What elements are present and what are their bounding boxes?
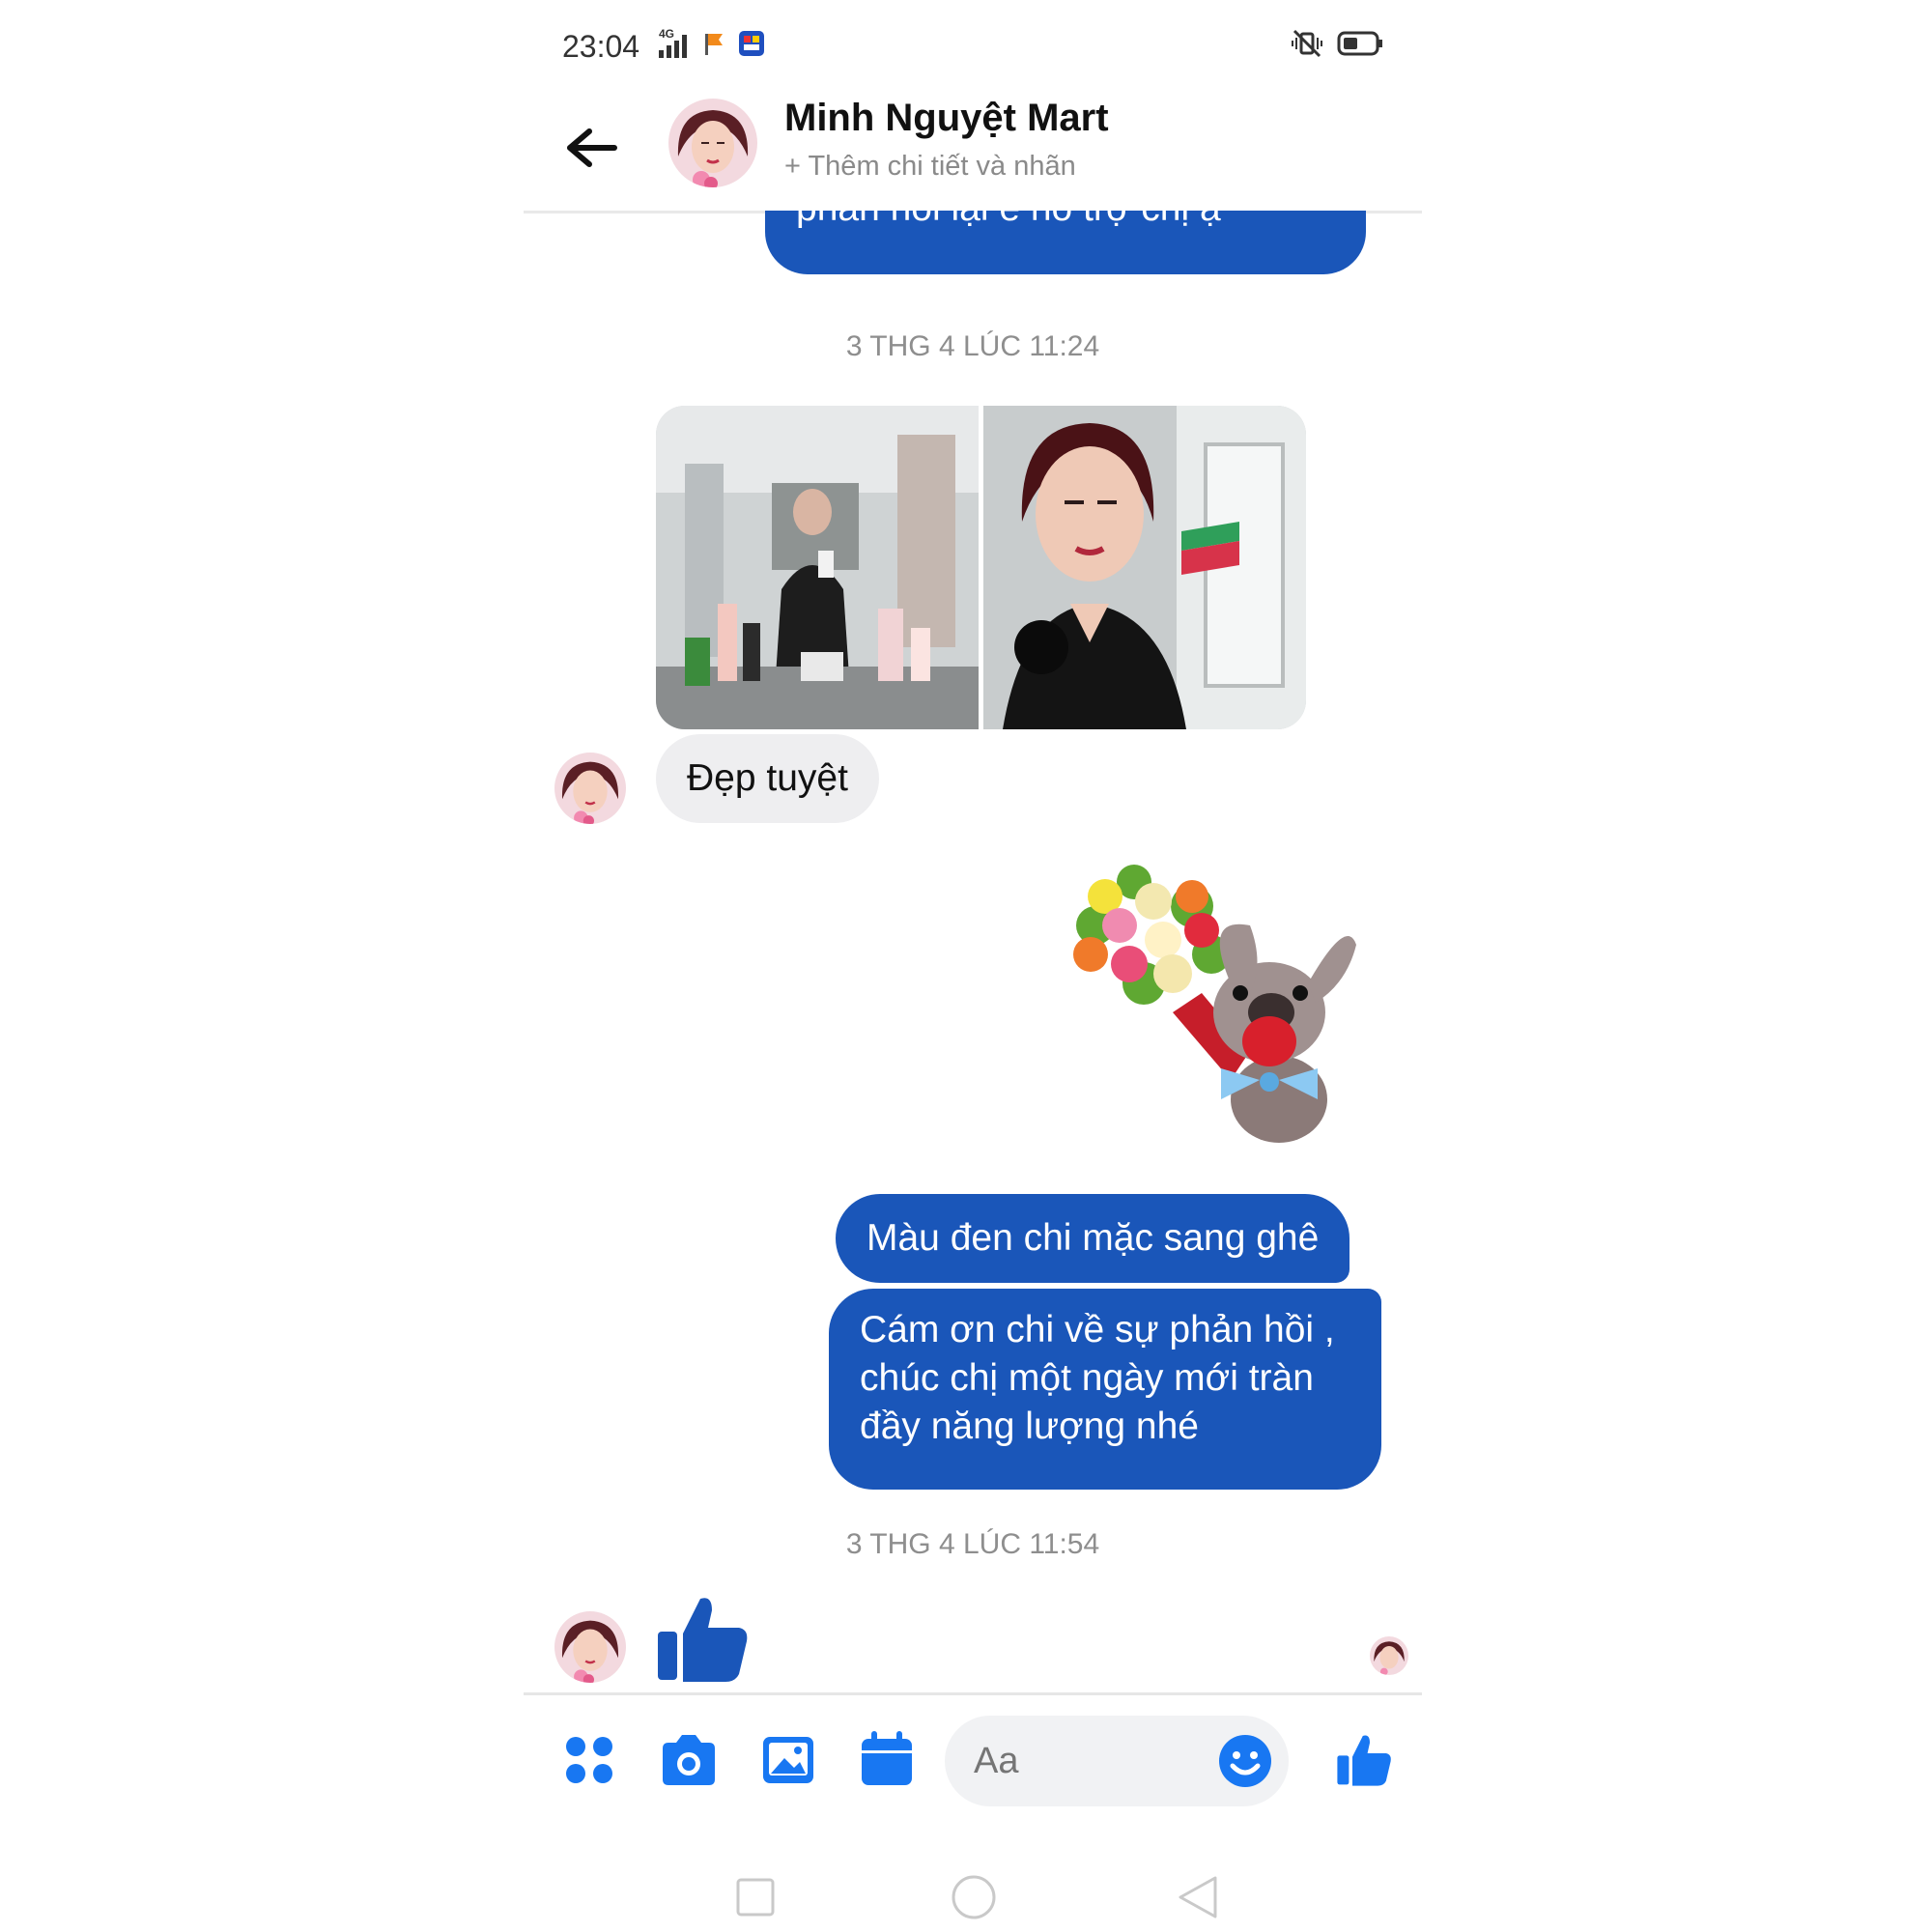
thumbs-up-like-icon[interactable]: [654, 1589, 751, 1690]
composer-divider: [524, 1692, 1422, 1695]
shared-photo-mirror-selfie[interactable]: [656, 406, 979, 729]
partial-message-text: phản hồi lại e hỗ trợ chị ạ: [796, 211, 1221, 230]
vibrate-off-icon: [1291, 29, 1323, 63]
partial-outgoing-bubble: phản hồi lại e hỗ trợ chị ạ: [765, 211, 1366, 274]
battery-icon: [1337, 30, 1383, 62]
outgoing-message-bubble-long[interactable]: Cám ơn chi về sự phản hồi , chúc chị một…: [829, 1289, 1381, 1490]
message-input[interactable]: [972, 1737, 1198, 1785]
timestamp: 3 THG 4 LÚC 11:54: [845, 1528, 1100, 1560]
contact-avatar[interactable]: [668, 99, 757, 187]
message-line: chúc chị một ngày mới tràn: [860, 1357, 1314, 1399]
app-notification-icon: [738, 30, 765, 62]
status-time: 23:04: [562, 29, 640, 64]
message-line: Cám ơn chi về sự phản hồi ,: [860, 1309, 1335, 1350]
status-left-icons: 4G: [651, 27, 765, 62]
flag-icon: [703, 30, 724, 62]
sticker-dog-with-flowers[interactable]: [1066, 858, 1366, 1157]
shared-photo-portrait[interactable]: [983, 406, 1306, 729]
contact-avatar-small[interactable]: [554, 1611, 626, 1683]
outgoing-message-bubble[interactable]: Màu đen chi mặc sang ghê: [836, 1194, 1350, 1283]
phone-screen: 23:04 4G Minh Nguyệt Mart + Thêm chi tiế…: [524, 0, 1422, 1932]
back-arrow-icon[interactable]: [564, 124, 622, 172]
signal-icon: 4G: [651, 27, 690, 60]
camera-icon[interactable]: [659, 1731, 719, 1794]
timestamp: 3 THG 4 LÚC 11:24: [845, 330, 1100, 362]
incoming-message-bubble[interactable]: Đẹp tuyệt: [656, 734, 879, 823]
contact-name[interactable]: Minh Nguyệt Mart: [784, 97, 1109, 140]
back-triangle-icon[interactable]: [1177, 1874, 1219, 1925]
emoji-icon[interactable]: [1217, 1733, 1273, 1794]
message-line: đầy năng lượng nhé: [860, 1406, 1199, 1447]
add-details-link[interactable]: + Thêm chi tiết và nhãn: [784, 151, 1076, 183]
network-type-label: 4G: [659, 27, 675, 41]
apps-icon[interactable]: [562, 1733, 616, 1792]
message-input-container: [945, 1716, 1289, 1806]
recent-apps-icon[interactable]: [736, 1878, 775, 1921]
seen-receipt-avatar: [1370, 1636, 1408, 1675]
calendar-icon[interactable]: [858, 1729, 916, 1794]
chat-header: Minh Nguyệt Mart + Thêm chi tiết và nhãn: [524, 85, 1422, 213]
gallery-icon[interactable]: [759, 1731, 817, 1794]
like-icon[interactable]: [1335, 1729, 1393, 1794]
contact-avatar-small[interactable]: [554, 753, 626, 824]
status-right-icons: [1291, 29, 1383, 62]
home-icon[interactable]: [951, 1874, 997, 1925]
